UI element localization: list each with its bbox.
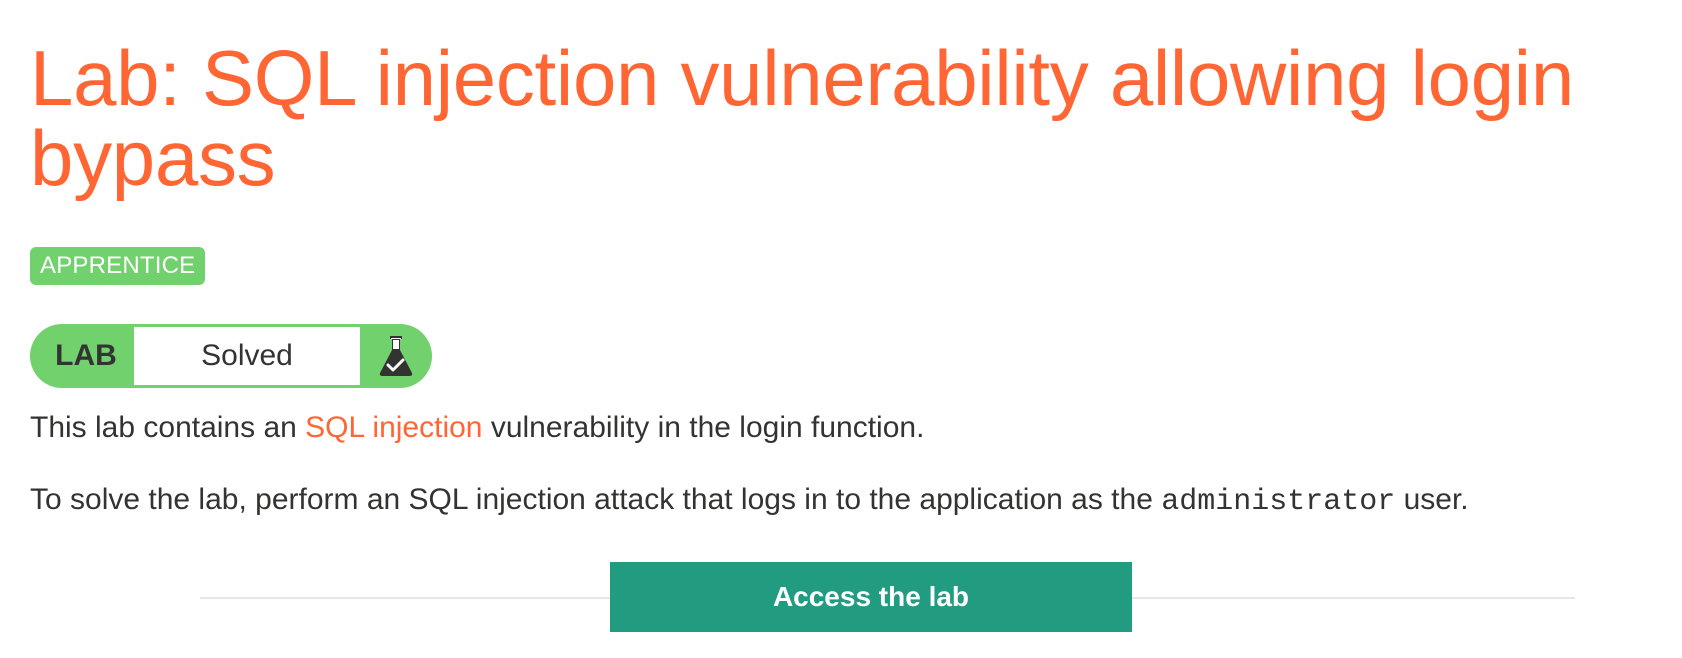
sql-injection-link[interactable]: SQL injection [305, 411, 482, 444]
username-code: administrator [1161, 485, 1396, 519]
description-text: user. [1395, 483, 1469, 516]
access-lab-row: Access the lab [30, 562, 1670, 632]
description-text: This lab contains an [30, 411, 306, 444]
description-text: vulnerability in the login function. [482, 411, 925, 444]
lab-description-2: To solve the lab, perform an SQL injecti… [30, 482, 1469, 520]
level-badge: APPRENTICE [30, 247, 206, 285]
description-text: To solve the lab, perform an SQL injecti… [30, 483, 1162, 516]
lab-status-widget: LAB Solved [30, 324, 432, 388]
access-lab-button[interactable]: Access the lab [610, 562, 1132, 632]
lab-description-1: This lab contains an SQL injection vulne… [30, 410, 924, 446]
flask-check-icon [360, 324, 432, 388]
page-title: Lab: SQL injection vulnerability allowin… [30, 34, 1574, 202]
lab-label: LAB [55, 339, 117, 372]
status-text: Solved [134, 327, 360, 385]
